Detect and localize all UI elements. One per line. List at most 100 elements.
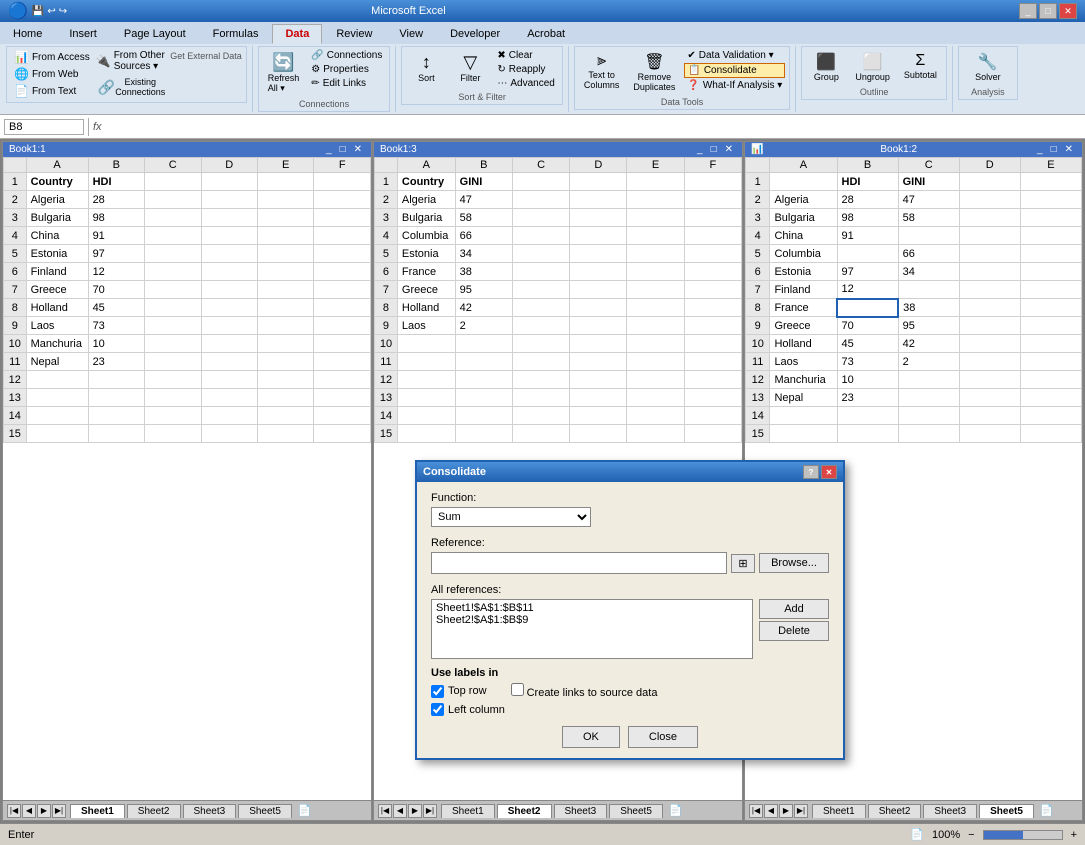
sheet-nav-last-3[interactable]: ▶| — [423, 804, 437, 818]
restore-btn[interactable]: □ — [1039, 3, 1057, 19]
tab-sheet2-1[interactable]: Sheet2 — [127, 804, 181, 818]
sheet-nav-last-2[interactable]: ▶| — [794, 804, 808, 818]
minimize-book1-1[interactable]: _ — [323, 144, 335, 155]
restore-book1-2[interactable]: □ — [1048, 144, 1060, 155]
close-btn[interactable]: ✕ — [1059, 3, 1077, 19]
tab-sheet2-3[interactable]: Sheet2 — [497, 804, 552, 818]
add-sheet-btn-3[interactable]: 📄 — [669, 804, 683, 817]
col-A-2[interactable]: A — [770, 158, 837, 173]
office-logo[interactable]: 🔵 — [8, 1, 28, 21]
sheet-nav-last[interactable]: ▶| — [52, 804, 66, 818]
zoom-slider[interactable] — [983, 830, 1063, 840]
sheet-nav-prev[interactable]: ◀ — [22, 804, 36, 818]
tab-sheet1-3[interactable]: Sheet1 — [441, 804, 495, 818]
zoom-decrease-btn[interactable]: − — [968, 829, 974, 841]
tab-sheet1-1[interactable]: Sheet1 — [70, 804, 125, 818]
btn-edit-links[interactable]: ✏ Edit Links — [308, 77, 385, 90]
tab-view[interactable]: View — [386, 24, 436, 44]
tab-sheet5-2[interactable]: Sheet5 — [979, 804, 1034, 818]
btn-filter[interactable]: ▽ Filter — [450, 49, 490, 86]
tab-acrobat[interactable]: Acrobat — [514, 24, 578, 44]
add-sheet-btn-2[interactable]: 📄 — [1040, 804, 1054, 817]
sheet-nav-next-3[interactable]: ▶ — [408, 804, 422, 818]
close-book1-1[interactable]: ✕ — [351, 144, 365, 155]
btn-existing-connections[interactable]: 🔗 ExistingConnections — [93, 74, 170, 100]
btn-solver[interactable]: 🔧 Solver — [968, 49, 1008, 85]
col-D-3[interactable]: D — [570, 158, 627, 173]
tab-sheet2-2[interactable]: Sheet2 — [868, 804, 922, 818]
undo-icon[interactable]: ↩ — [47, 6, 55, 17]
close-book1-2[interactable]: ✕ — [1062, 144, 1076, 155]
tab-sheet5-1[interactable]: Sheet5 — [238, 804, 292, 818]
sheet-nav-first-2[interactable]: |◀ — [749, 804, 763, 818]
btn-group[interactable]: ⬛ Group — [806, 49, 846, 85]
sheet-nav-next[interactable]: ▶ — [37, 804, 51, 818]
btn-refresh-all[interactable]: 🔄 RefreshAll ▾ — [263, 49, 305, 97]
col-E-3[interactable]: E — [627, 158, 684, 173]
tab-developer[interactable]: Developer — [437, 24, 513, 44]
btn-sort[interactable]: ↕ Sort — [406, 49, 446, 86]
tab-page-layout[interactable]: Page Layout — [111, 24, 199, 44]
col-B-3[interactable]: B — [455, 158, 512, 173]
btn-clear[interactable]: ✖ Clear — [494, 49, 557, 62]
tab-sheet3-2[interactable]: Sheet3 — [923, 804, 977, 818]
btn-remove-duplicates[interactable]: 🗑 RemoveDuplicates — [628, 49, 680, 95]
restore-book1-3[interactable]: □ — [708, 144, 720, 155]
btn-what-if-analysis[interactable]: ❓ What-If Analysis ▾ — [684, 79, 785, 92]
data-validation-icon: ✔ — [687, 50, 695, 61]
name-box[interactable] — [4, 119, 84, 135]
tab-formulas[interactable]: Formulas — [200, 24, 272, 44]
close-book1-3[interactable]: ✕ — [722, 144, 736, 155]
sheet-nav-prev-3[interactable]: ◀ — [393, 804, 407, 818]
restore-book1-1[interactable]: □ — [337, 144, 349, 155]
col-C[interactable]: C — [145, 158, 201, 173]
minimize-book1-3[interactable]: _ — [694, 144, 706, 155]
btn-advanced[interactable]: ⋯ Advanced — [494, 77, 557, 90]
col-B-2[interactable]: B — [837, 158, 898, 173]
btn-text-to-columns[interactable]: ⫸ Text toColumns — [579, 49, 625, 93]
tab-home[interactable]: Home — [0, 24, 55, 44]
btn-from-text[interactable]: 📄 From Text — [11, 83, 93, 99]
minimize-btn[interactable]: _ — [1019, 3, 1037, 19]
refresh-icon: 🔄 — [272, 52, 294, 73]
col-E[interactable]: E — [257, 158, 313, 173]
col-A-3[interactable]: A — [397, 158, 455, 173]
formula-input[interactable] — [106, 121, 1081, 133]
btn-subtotal[interactable]: Σ Subtotal — [899, 49, 942, 85]
tab-sheet5-3[interactable]: Sheet5 — [609, 804, 663, 818]
col-D-2[interactable]: D — [959, 158, 1020, 173]
tab-sheet1-2[interactable]: Sheet1 — [812, 804, 866, 818]
sheet-nav-prev-2[interactable]: ◀ — [764, 804, 778, 818]
btn-from-other-sources[interactable]: 🔌 From OtherSources ▾ — [93, 49, 170, 73]
btn-from-web[interactable]: 🌐 From Web — [11, 66, 93, 82]
sheet-nav-next-2[interactable]: ▶ — [779, 804, 793, 818]
redo-icon[interactable]: ↪ — [59, 6, 67, 17]
tab-sheet3-1[interactable]: Sheet3 — [183, 804, 237, 818]
btn-connections[interactable]: 🔗 Connections — [308, 49, 385, 62]
btn-ungroup[interactable]: ⬜ Ungroup — [850, 49, 895, 85]
btn-from-access[interactable]: 📊 From Access — [11, 49, 93, 65]
col-F[interactable]: F — [314, 158, 371, 173]
col-A[interactable]: A — [26, 158, 88, 173]
col-C-3[interactable]: C — [512, 158, 569, 173]
col-B[interactable]: B — [88, 158, 144, 173]
save-icon[interactable]: 💾 — [32, 6, 44, 17]
btn-consolidate[interactable]: 📋 Consolidate — [684, 63, 785, 78]
btn-properties[interactable]: ⚙ Properties — [308, 63, 385, 76]
tab-review[interactable]: Review — [323, 24, 385, 44]
sheet-nav-first-3[interactable]: |◀ — [378, 804, 392, 818]
col-F-3[interactable]: F — [684, 158, 741, 173]
sheet-nav-first[interactable]: |◀ — [7, 804, 21, 818]
tab-sheet3-3[interactable]: Sheet3 — [554, 804, 608, 818]
btn-reapply[interactable]: ↻ Reapply — [494, 63, 557, 76]
tab-insert[interactable]: Insert — [56, 24, 110, 44]
add-sheet-btn[interactable]: 📄 — [298, 804, 312, 817]
minimize-book1-2[interactable]: _ — [1034, 144, 1046, 155]
col-C-2[interactable]: C — [898, 158, 959, 173]
col-D[interactable]: D — [201, 158, 257, 173]
zoom-increase-btn[interactable]: + — [1071, 829, 1077, 841]
btn-data-validation[interactable]: ✔ Data Validation ▾ — [684, 49, 785, 62]
tab-data[interactable]: Data — [272, 24, 322, 44]
zoom-label: 100% — [932, 829, 960, 841]
col-E-2[interactable]: E — [1020, 158, 1081, 173]
